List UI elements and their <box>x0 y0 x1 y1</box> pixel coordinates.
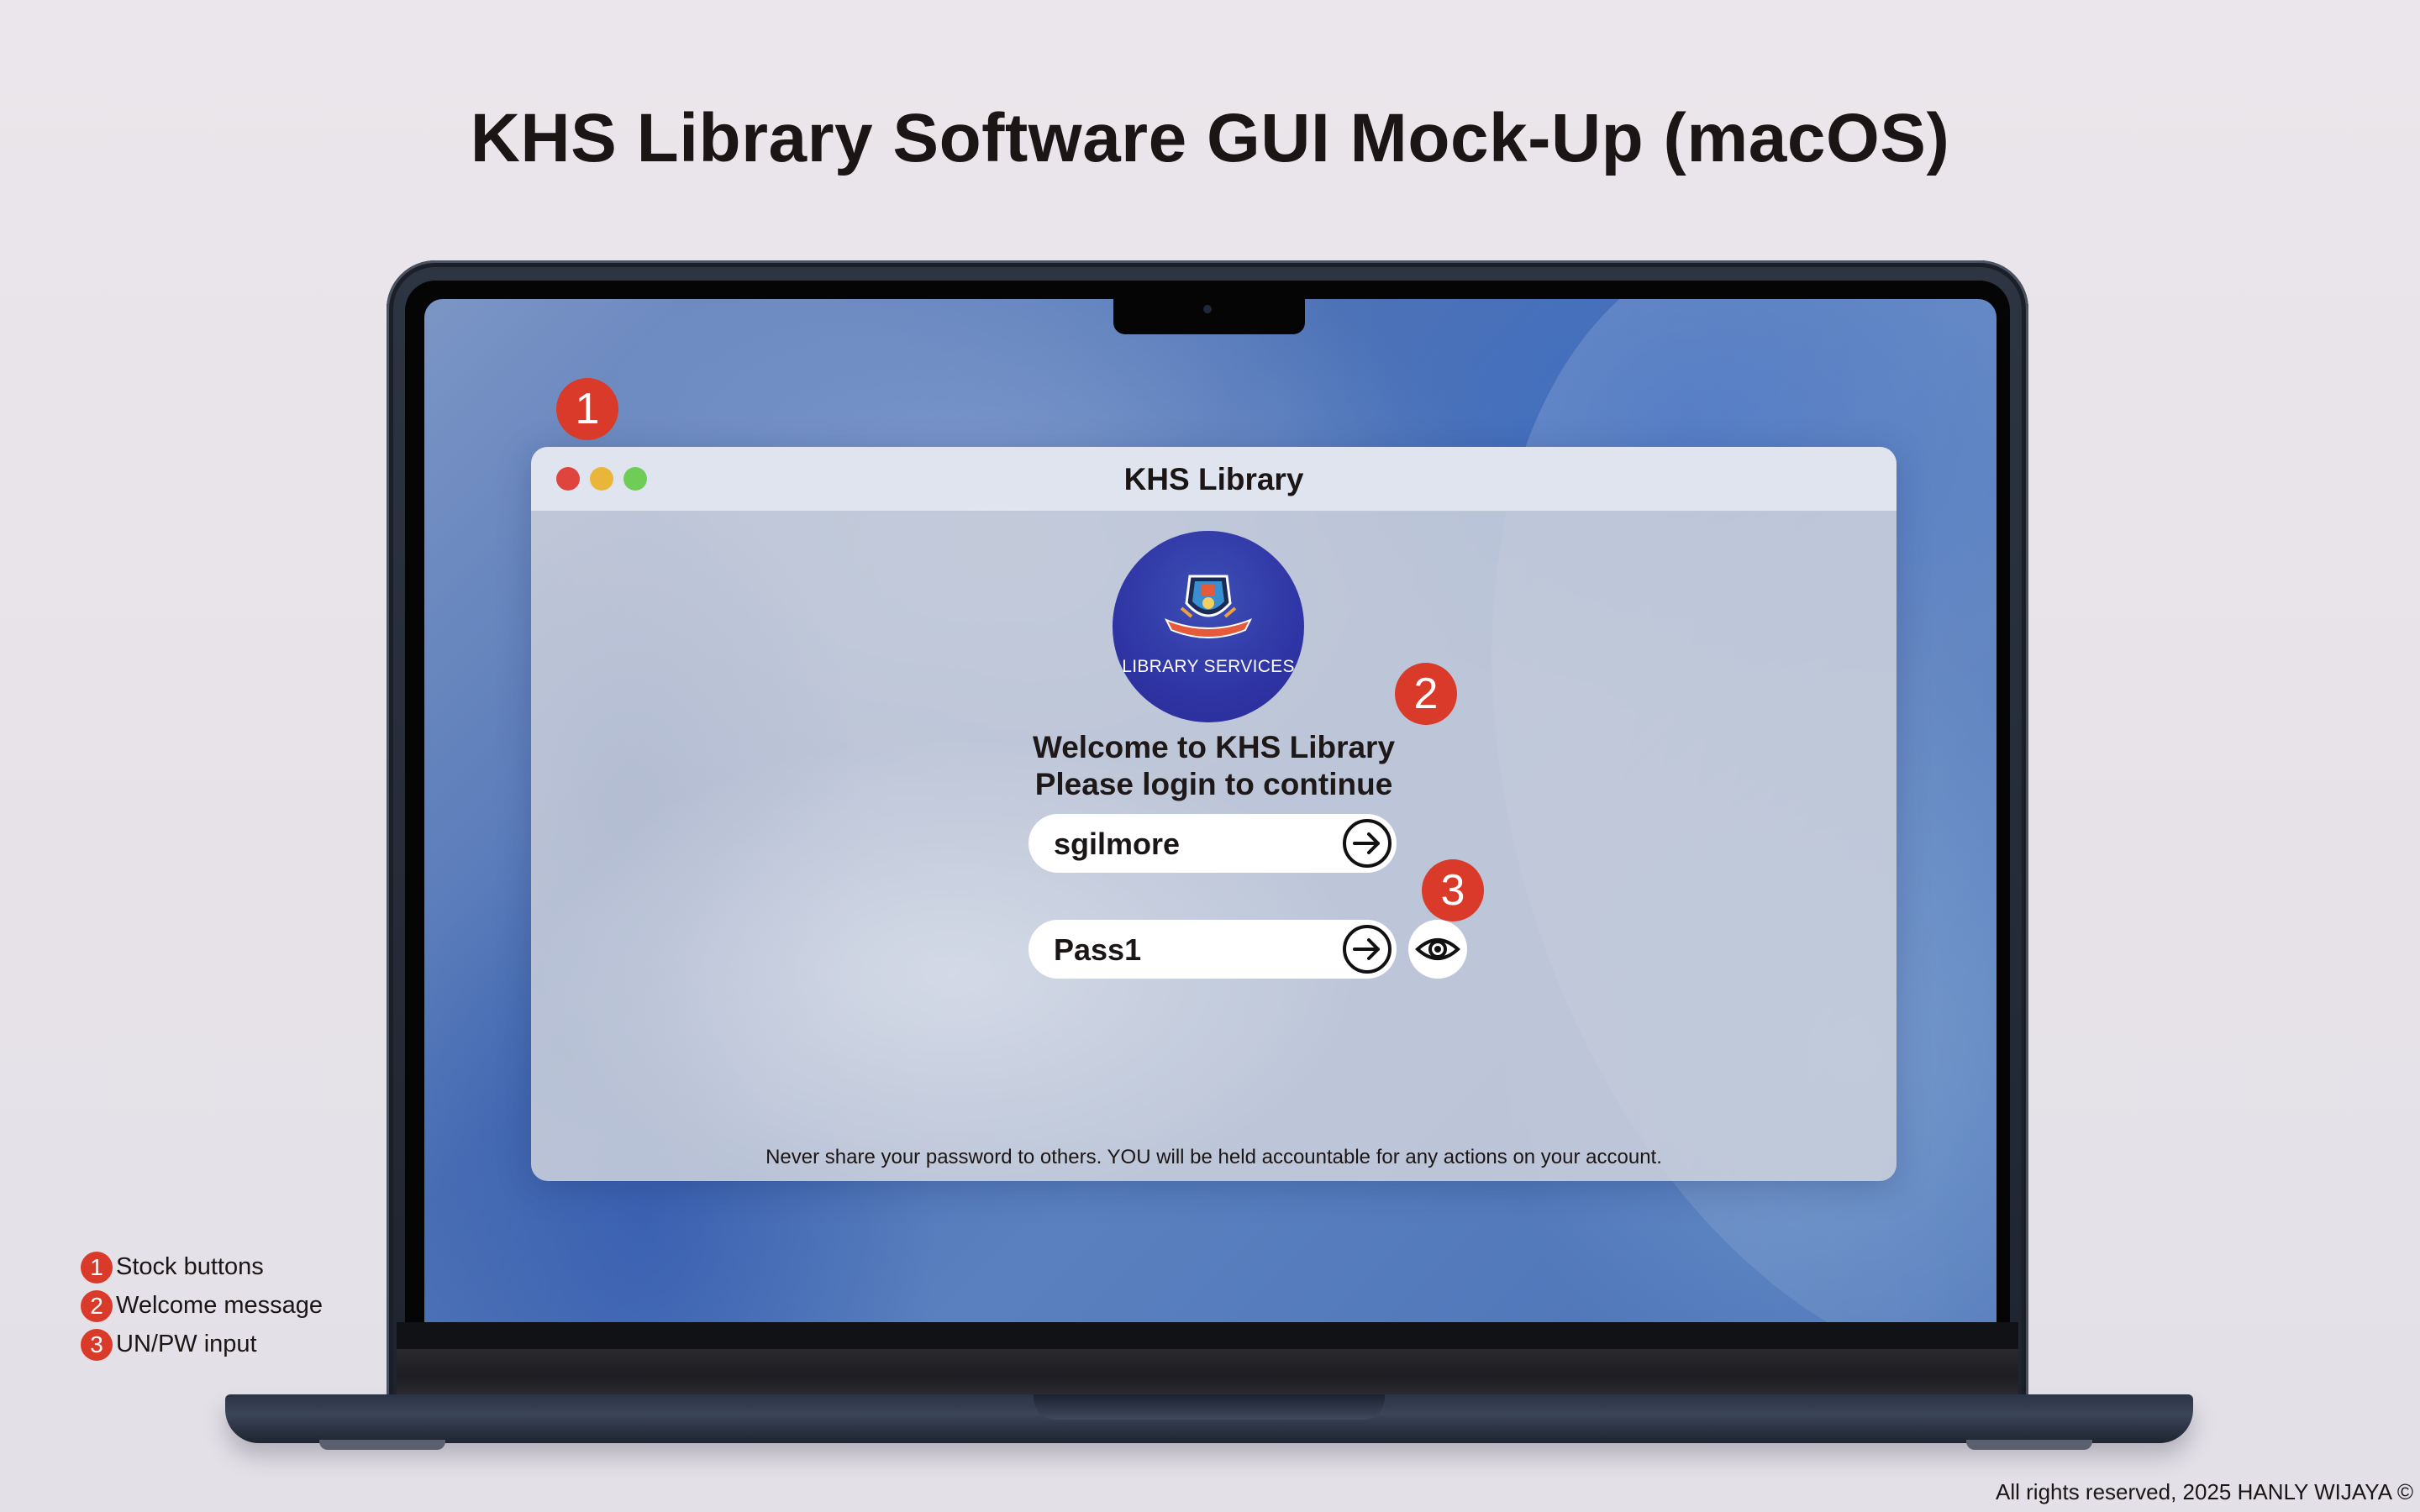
camera-notch <box>1113 299 1305 334</box>
crest-icon <box>1164 575 1253 638</box>
welcome-message: Welcome to KHS Library Please login to c… <box>531 729 1897 803</box>
camera-icon <box>1203 305 1212 313</box>
arrow-right-circle-icon[interactable] <box>1341 817 1393 869</box>
arrow-right-circle-icon[interactable] <box>1341 923 1393 975</box>
laptop-foot-right <box>1966 1440 2092 1450</box>
callout-marker-2: 2 <box>1395 663 1457 725</box>
legend-number: 2 <box>81 1290 113 1322</box>
legend-label: Welcome message <box>116 1292 324 1319</box>
legend-number: 1 <box>81 1252 113 1284</box>
laptop-lid-opening <box>1034 1394 1385 1420</box>
password-input[interactable]: Pass1 <box>1054 932 1141 968</box>
library-logo: LIBRARY SERVICES <box>1113 531 1304 722</box>
security-warning: Never share your password to others. YOU… <box>765 1146 1662 1168</box>
legend-number: 3 <box>81 1329 113 1361</box>
username-field[interactable]: sgilmore <box>1028 814 1397 873</box>
login-prompt: Please login to continue <box>1034 767 1393 801</box>
password-field[interactable]: Pass1 <box>1028 920 1397 979</box>
show-password-button[interactable] <box>1408 920 1467 979</box>
legend-label: Stock buttons <box>116 1253 264 1280</box>
window-title: KHS Library <box>1123 462 1304 496</box>
laptop-chin <box>397 1322 2018 1349</box>
legend-label: UN/PW input <box>116 1331 257 1357</box>
callout-marker-3: 3 <box>1422 859 1484 921</box>
logo-label: LIBRARY SERVICES <box>1122 657 1295 676</box>
copyright-notice: All rights reserved, 2025 HANLY WIJAYA © <box>1996 1479 2413 1504</box>
app-window: KHS Library LIBRARY SERVICES Welcome to … <box>531 447 1897 1181</box>
laptop-hinge <box>397 1349 2018 1394</box>
eye-icon <box>1415 938 1460 960</box>
callout-marker-1: 1 <box>556 378 618 440</box>
username-input[interactable]: sgilmore <box>1054 827 1180 862</box>
laptop-foot-left <box>319 1440 445 1450</box>
window-titlebar[interactable]: KHS Library <box>531 447 1897 512</box>
welcome-line: Welcome to KHS Library <box>1032 730 1396 764</box>
page-title: KHS Library Software GUI Mock-Up (macOS) <box>470 100 1950 176</box>
